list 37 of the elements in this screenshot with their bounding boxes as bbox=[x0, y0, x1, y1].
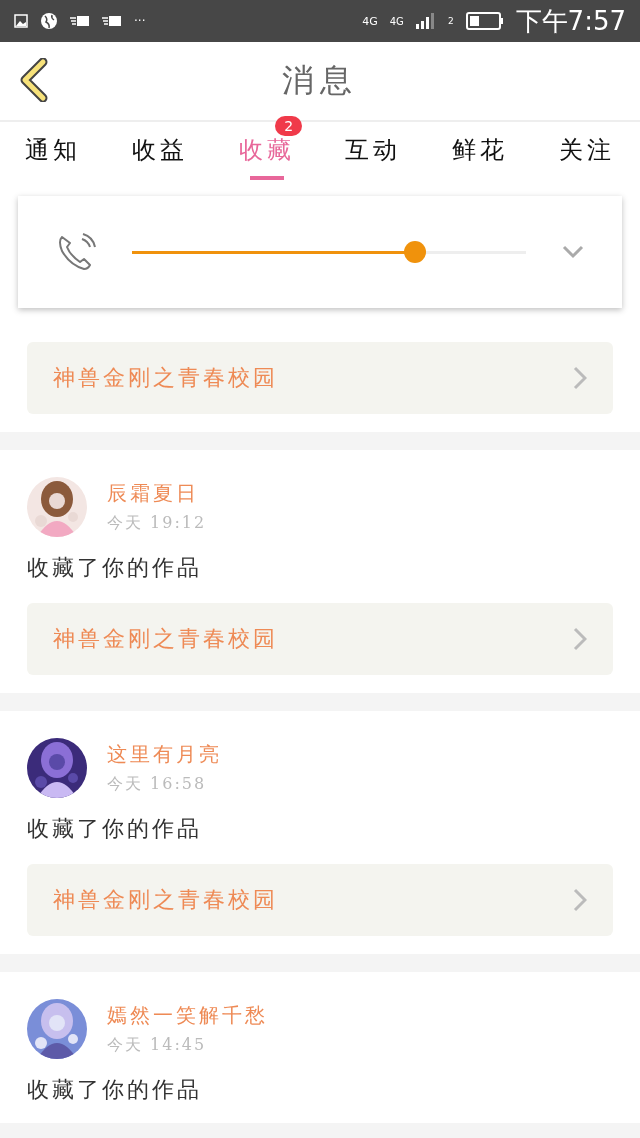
user-name[interactable]: 辰霜夏日 bbox=[107, 480, 207, 507]
user-name[interactable]: 嫣然一笑解千愁 bbox=[107, 1002, 268, 1029]
phone-icon bbox=[56, 233, 96, 271]
timestamp: 今天 14:45 bbox=[107, 1035, 208, 1056]
globe-icon bbox=[40, 12, 58, 30]
tab[interactable]: 鲜花 bbox=[452, 122, 508, 186]
timestamp: 今天 16:58 bbox=[107, 774, 208, 795]
work-link[interactable]: 神兽金刚之青春校园 bbox=[27, 864, 613, 936]
tab[interactable]: 通知 bbox=[25, 122, 82, 186]
notification-icon bbox=[70, 15, 90, 27]
tab[interactable]: 互动 bbox=[345, 122, 402, 186]
signal-icon bbox=[415, 13, 436, 29]
network-label: 4G bbox=[389, 15, 404, 27]
work-link[interactable]: 神兽金刚之青春校园 bbox=[27, 603, 613, 675]
chevron-right-icon bbox=[573, 366, 587, 390]
tab[interactable]: 关注 bbox=[558, 122, 615, 186]
chevron-right-icon bbox=[573, 888, 587, 912]
sim-label: 2 bbox=[447, 16, 454, 26]
message-text: 收藏了你的作品 bbox=[27, 1076, 203, 1104]
battery-icon bbox=[465, 12, 504, 30]
page-title: 消息 bbox=[282, 60, 358, 101]
clock: 下午7:57 bbox=[515, 4, 626, 38]
chevron-right-icon bbox=[573, 627, 587, 651]
tab[interactable]: 收益 bbox=[132, 122, 188, 186]
image-icon bbox=[14, 14, 28, 28]
work-link[interactable]: 神兽金刚之青春校园 bbox=[27, 342, 613, 414]
chevron-down-icon[interactable] bbox=[562, 245, 584, 259]
notification-icon bbox=[102, 15, 122, 27]
user-name[interactable]: 这里有月亮 bbox=[107, 741, 222, 768]
more-notifications: ··· bbox=[134, 14, 146, 28]
message-text: 收藏了你的作品 bbox=[27, 554, 203, 582]
network-label: 4G bbox=[362, 14, 378, 28]
timestamp: 今天 19:12 bbox=[107, 513, 207, 534]
slider-thumb[interactable] bbox=[403, 241, 426, 263]
message-text: 收藏了你的作品 bbox=[27, 815, 203, 843]
count-badge: 2 bbox=[275, 116, 303, 136]
tab-underline bbox=[249, 176, 284, 180]
